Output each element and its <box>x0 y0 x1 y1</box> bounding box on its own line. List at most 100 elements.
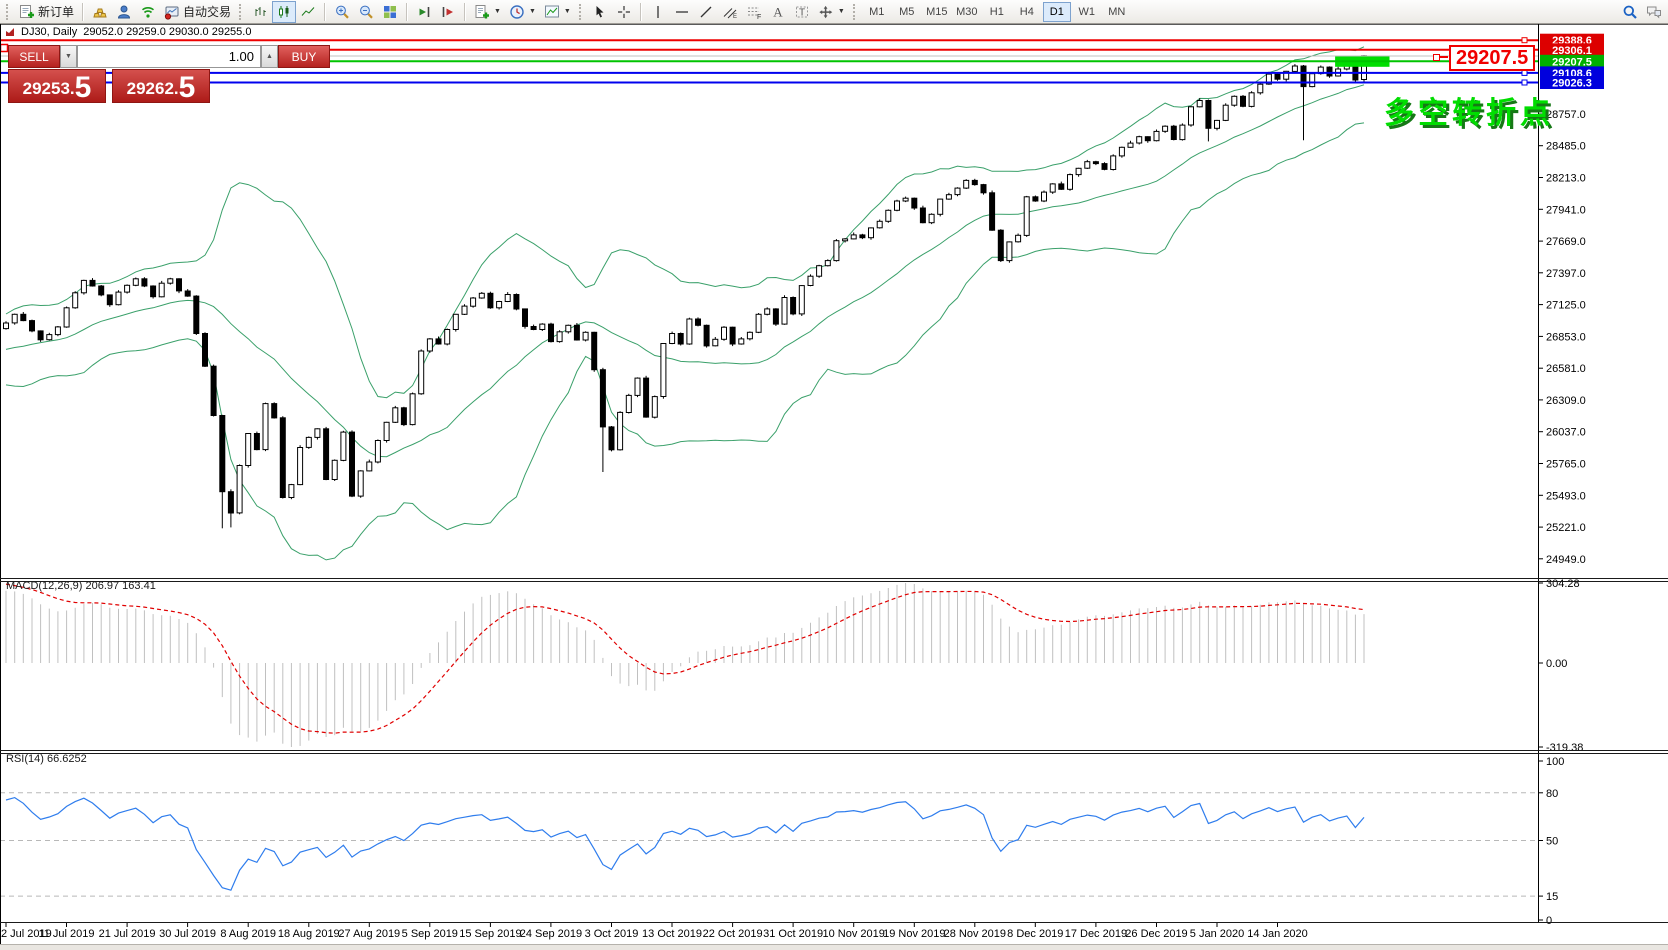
timeframe-M5[interactable]: M5 <box>893 2 921 22</box>
chart-shift-button[interactable] <box>436 1 460 23</box>
svg-text:27125.0: 27125.0 <box>1546 300 1586 312</box>
candlestick-chart-button[interactable] <box>272 1 296 23</box>
timeframe-M15[interactable]: M15 <box>923 2 951 22</box>
chart-plot-area[interactable]: 29388.629306.129207.529108.629026.328757… <box>0 24 1668 950</box>
timeframe-D1[interactable]: D1 <box>1043 2 1071 22</box>
crosshair-button[interactable] <box>612 1 636 23</box>
timeframe-MN[interactable]: MN <box>1103 2 1131 22</box>
price-axis[interactable]: 28757.028485.028213.027941.027669.027397… <box>1538 109 1586 566</box>
svg-text:14 Jan 2020: 14 Jan 2020 <box>1247 928 1308 940</box>
toolbar-drag-handle <box>579 4 584 20</box>
svg-text:21 Jul 2019: 21 Jul 2019 <box>99 928 156 940</box>
zoom-out-button[interactable] <box>354 1 378 23</box>
svg-text:24 Sep 2019: 24 Sep 2019 <box>520 928 582 940</box>
tile-windows-button[interactable] <box>378 1 402 23</box>
dropdown-arrow-icon: ▼ <box>564 8 571 15</box>
sell-button[interactable]: SELL <box>8 45 60 68</box>
cursor-button[interactable] <box>588 1 612 23</box>
signals-button[interactable] <box>136 1 160 23</box>
svg-text:28 Nov 2019: 28 Nov 2019 <box>944 928 1006 940</box>
chat-button[interactable] <box>1642 1 1666 23</box>
chart-symbol-period: DJ30, Daily <box>21 26 77 38</box>
search-button[interactable] <box>1618 1 1642 23</box>
indicators-button[interactable]: ▼ <box>540 1 575 23</box>
channel-button[interactable]: E <box>718 1 742 23</box>
chart-background <box>0 24 1668 950</box>
svg-text:15 Sep 2019: 15 Sep 2019 <box>459 928 521 940</box>
toolbar-drag-handle <box>6 4 11 20</box>
annotation-text[interactable]: 多空转折点 <box>1384 88 1554 132</box>
svg-text:30 Jul 2019: 30 Jul 2019 <box>159 928 216 940</box>
svg-text:0: 0 <box>1546 915 1552 927</box>
chart-shift-icon <box>440 4 456 20</box>
svg-text:25221.0: 25221.0 <box>1546 522 1586 534</box>
zoom-in-button[interactable] <box>330 1 354 23</box>
text-label-button[interactable]: T <box>790 1 814 23</box>
search-icon <box>1622 4 1638 20</box>
line-chart-icon <box>300 4 316 20</box>
deposit-button[interactable] <box>88 1 112 23</box>
fibonacci-icon: F <box>746 4 762 20</box>
svg-text:-319.38: -319.38 <box>1546 742 1583 754</box>
text-button[interactable]: A <box>766 1 790 23</box>
zoom-out-icon <box>358 4 374 20</box>
buy-button[interactable]: BUY <box>278 45 330 68</box>
svg-text:31 Oct 2019: 31 Oct 2019 <box>763 928 823 940</box>
svg-text:26 Dec 2019: 26 Dec 2019 <box>1125 928 1187 940</box>
auto-scroll-button[interactable] <box>412 1 436 23</box>
svg-text:50: 50 <box>1546 836 1558 848</box>
chart-window: 29388.629306.129207.529108.629026.328757… <box>0 24 1668 950</box>
horizontal-line-button[interactable] <box>670 1 694 23</box>
separator <box>324 3 326 21</box>
text-label-icon: T <box>794 4 810 20</box>
vertical-line-button[interactable] <box>646 1 670 23</box>
svg-text:26581.0: 26581.0 <box>1546 363 1586 375</box>
buy-price[interactable]: 29262.5 <box>112 69 210 103</box>
chat-icon <box>1646 4 1662 20</box>
auto-trading-button[interactable]: 自动交易 <box>160 1 235 23</box>
toolbar-drag-handle <box>239 4 244 20</box>
volume-decrease-button[interactable]: ▼ <box>60 45 77 68</box>
shapes-button[interactable]: ▼ <box>814 1 849 23</box>
timeframe-W1[interactable]: W1 <box>1073 2 1101 22</box>
crosshair-icon <box>616 4 632 20</box>
timeframe-H4[interactable]: H4 <box>1013 2 1041 22</box>
new-order-label: 新订单 <box>38 3 74 20</box>
sell-price[interactable]: 29253.5 <box>8 69 106 103</box>
dropdown-arrow-icon: ▼ <box>494 8 501 15</box>
volume-input[interactable] <box>77 45 261 68</box>
price-callout[interactable]: 29207.5 <box>1449 45 1535 71</box>
candlestick-chart-icon <box>276 4 292 20</box>
profile-button[interactable] <box>112 1 136 23</box>
fibonacci-button[interactable]: F <box>742 1 766 23</box>
svg-text:24949.0: 24949.0 <box>1546 554 1586 566</box>
line-chart-button[interactable] <box>296 1 320 23</box>
svg-text:18 Aug 2019: 18 Aug 2019 <box>278 928 340 940</box>
bar-chart-button[interactable] <box>248 1 272 23</box>
svg-text:25765.0: 25765.0 <box>1546 459 1586 471</box>
horizontal-line-icon <box>674 4 690 20</box>
timeframe-M1[interactable]: M1 <box>863 2 891 22</box>
zoom-in-icon <box>334 4 350 20</box>
cursor-icon <box>592 4 608 20</box>
trendline-button[interactable] <box>694 1 718 23</box>
timeframe-group: M1M5M15M30H1H4D1W1MN <box>862 2 1132 22</box>
auto-trading-label: 自动交易 <box>183 3 231 20</box>
separator <box>406 3 408 21</box>
svg-text:26853.0: 26853.0 <box>1546 331 1586 343</box>
svg-text:8 Dec 2019: 8 Dec 2019 <box>1007 928 1063 940</box>
templates-button[interactable]: ▼ <box>470 1 505 23</box>
svg-text:11 Jul 2019: 11 Jul 2019 <box>38 928 94 940</box>
gold-bars-icon <box>92 4 108 20</box>
separator <box>640 3 642 21</box>
svg-text:22 Oct 2019: 22 Oct 2019 <box>703 928 763 940</box>
volume-increase-button[interactable]: ▲ <box>261 45 278 68</box>
svg-text:8 Aug 2019: 8 Aug 2019 <box>220 928 276 940</box>
svg-text:27 Aug 2019: 27 Aug 2019 <box>338 928 400 940</box>
timeframe-M30[interactable]: M30 <box>953 2 981 22</box>
macd-indicator-label: MACD(12,26,9) 206.97 163.41 <box>6 580 156 592</box>
new-order-button[interactable]: 新订单 <box>15 1 78 23</box>
timeframe-H1[interactable]: H1 <box>983 2 1011 22</box>
svg-text:T: T <box>799 7 805 18</box>
periods-button[interactable]: ▼ <box>505 1 540 23</box>
